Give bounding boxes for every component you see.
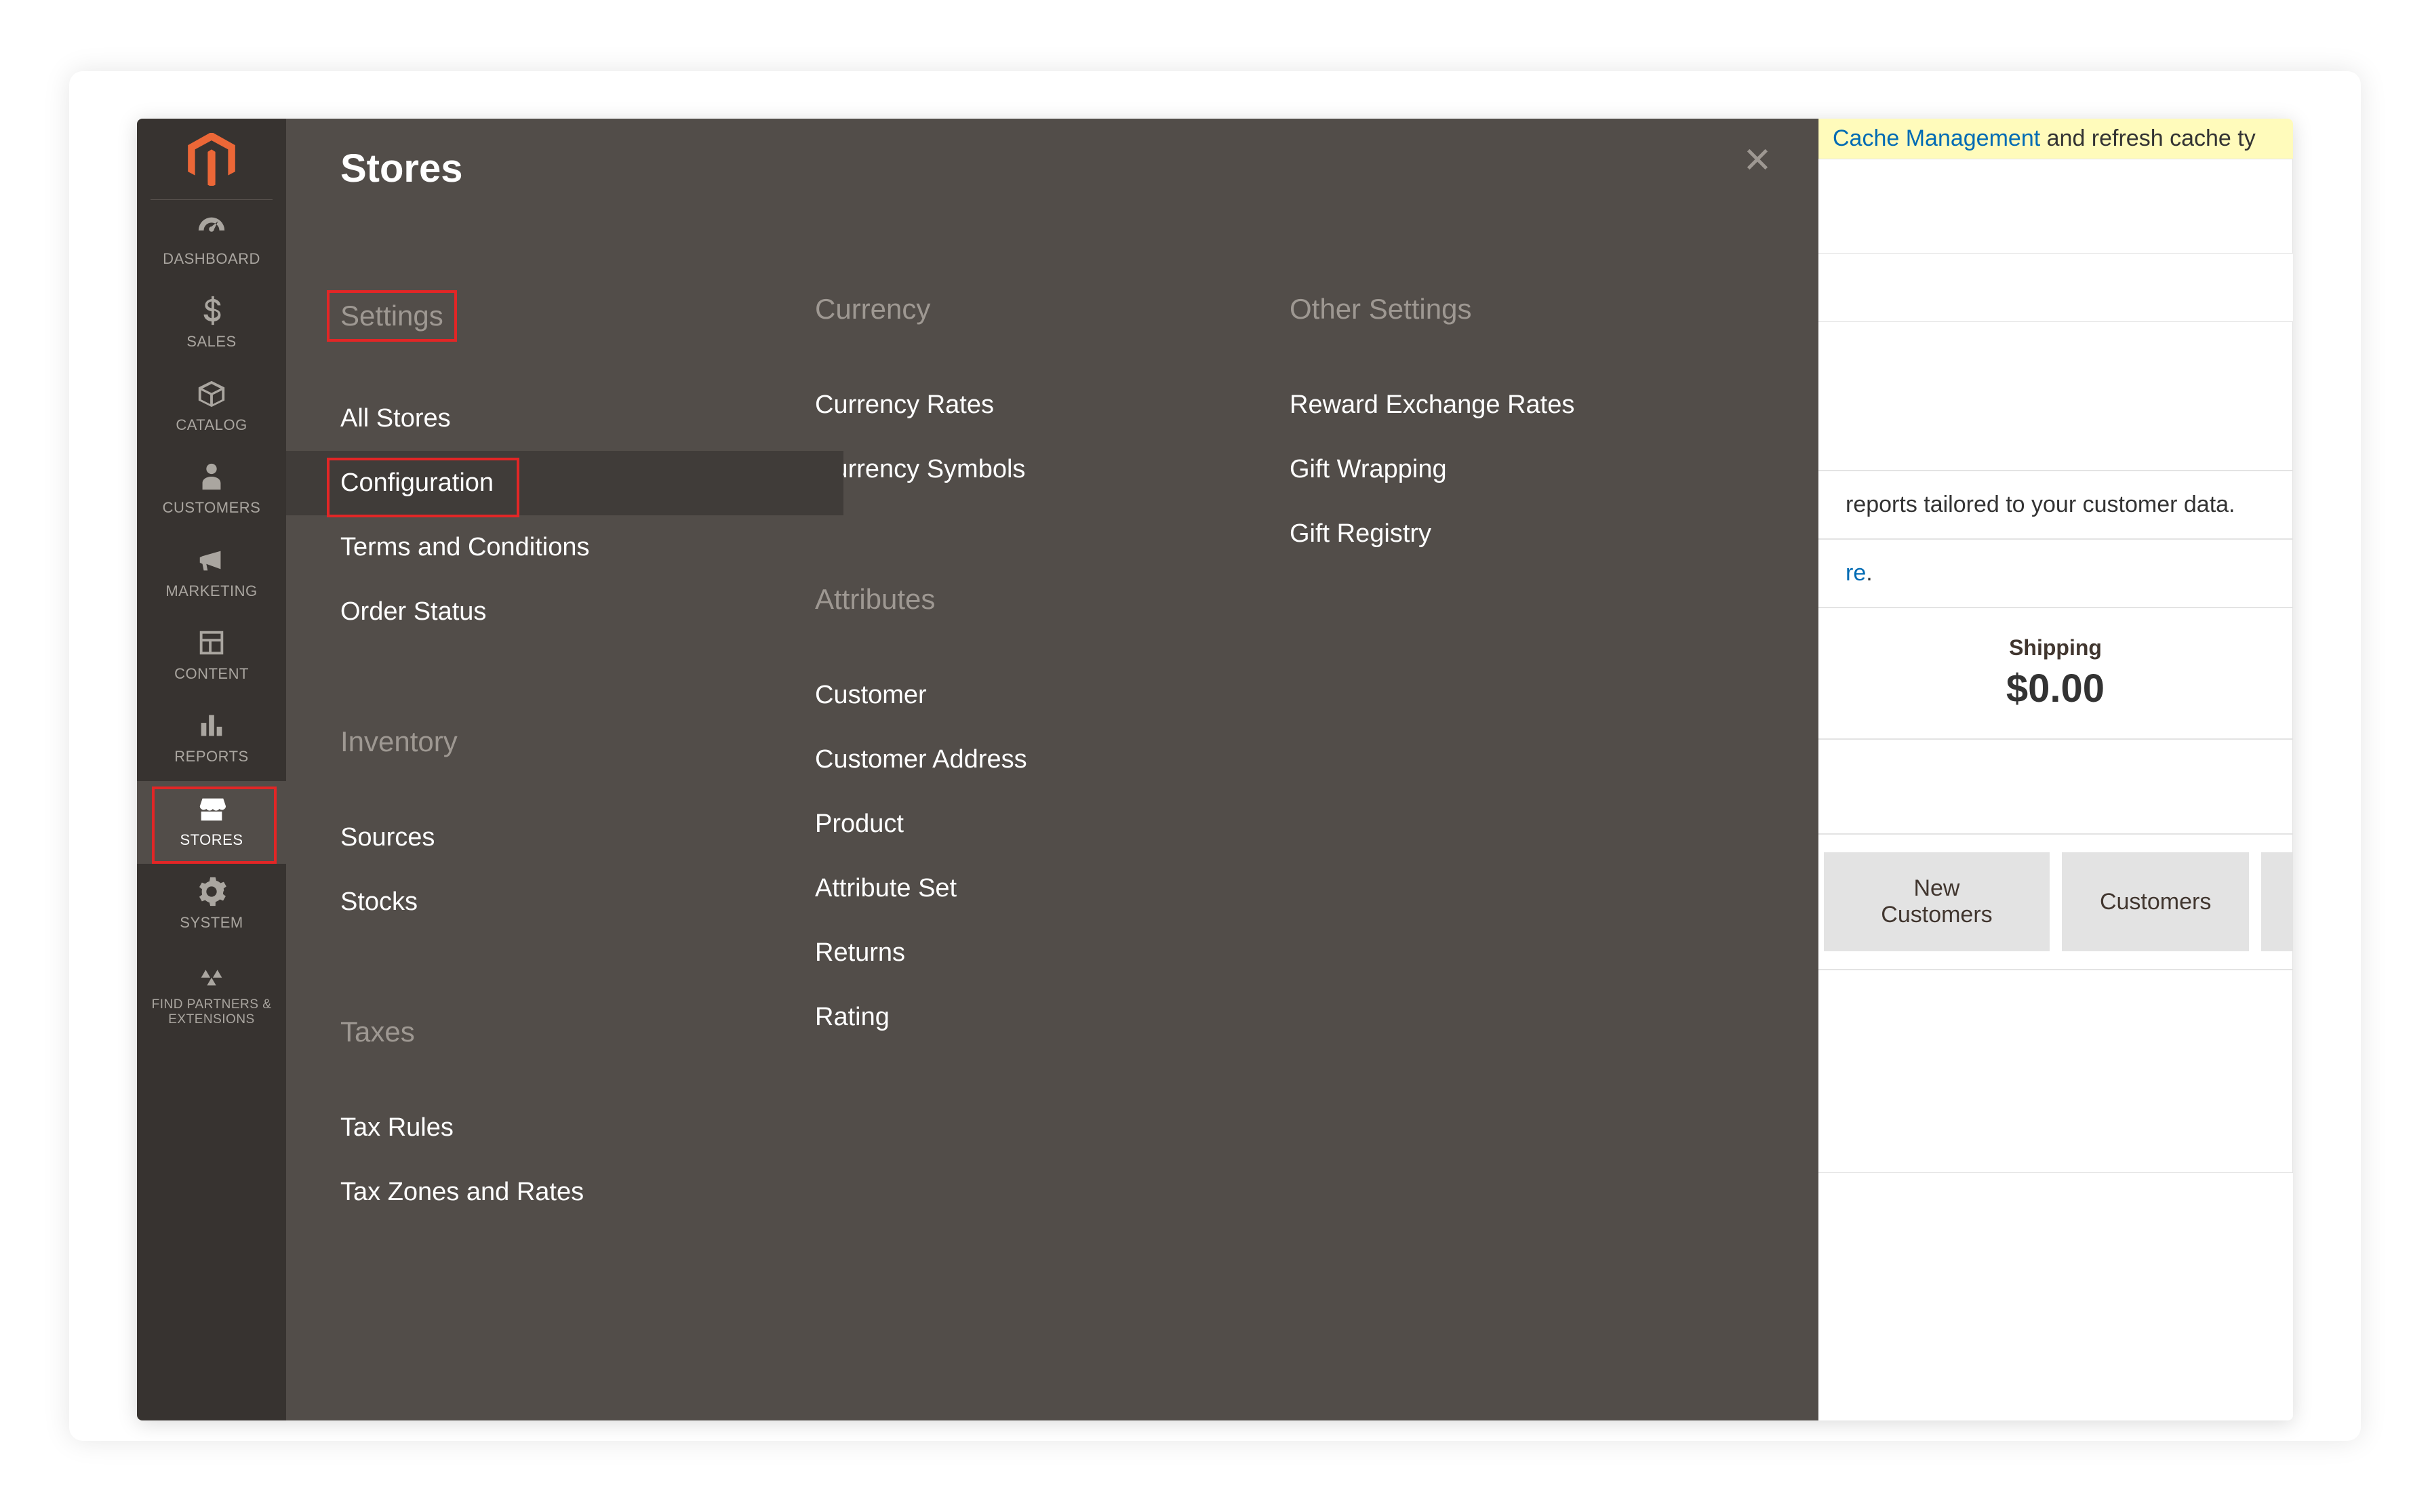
- stat-value: $0.00: [1846, 666, 2265, 711]
- magento-logo[interactable]: [151, 119, 273, 200]
- flyout-title: Stores: [340, 146, 1764, 191]
- group-taxes: Taxes: [340, 1016, 415, 1048]
- stores-flyout: Stores Settings All Stores Configuration…: [286, 119, 1818, 1420]
- person-icon: [140, 461, 283, 492]
- tab-more[interactable]: [2261, 852, 2292, 951]
- cache-management-link[interactable]: Cache Management: [1833, 125, 2040, 151]
- group-attributes: Attributes: [815, 583, 935, 616]
- app-window: Cache Management and refresh cache ty re…: [137, 119, 2293, 1420]
- gear-icon: [140, 876, 283, 907]
- group-settings: Settings: [330, 293, 454, 339]
- nav-sales[interactable]: SALES: [137, 283, 286, 365]
- group-currency: Currency: [815, 293, 930, 325]
- background-panel: Cache Management and refresh cache ty re…: [1818, 119, 2293, 1420]
- nav-content[interactable]: CONTENT: [137, 615, 286, 698]
- link-attr-product[interactable]: Product: [815, 792, 1290, 856]
- link-attr-customer-address[interactable]: Customer Address: [815, 728, 1290, 792]
- bars-icon: [140, 710, 283, 741]
- link-order-status[interactable]: Order Status: [340, 580, 815, 644]
- nav-system[interactable]: SYSTEM: [137, 864, 286, 947]
- link-gift-registry[interactable]: Gift Registry: [1290, 502, 1764, 566]
- link-sources[interactable]: Sources: [340, 805, 815, 870]
- flyout-col-2: Currency Currency Rates Currency Symbols…: [815, 293, 1290, 1225]
- admin-sidebar: DASHBOARD SALES CATALOG CUSTOMERS MARKET…: [137, 119, 286, 1420]
- notice-suffix: and refresh cache ty: [2040, 125, 2256, 151]
- tabs-row: New Customers Customers: [1818, 834, 2293, 970]
- link-attr-set[interactable]: Attribute Set: [815, 856, 1290, 921]
- nav-reports[interactable]: REPORTS: [137, 698, 286, 780]
- link-tax-zones[interactable]: Tax Zones and Rates: [340, 1160, 815, 1225]
- link-stocks[interactable]: Stocks: [340, 870, 815, 934]
- nav-stores[interactable]: STORES: [137, 781, 286, 864]
- group-inventory: Inventory: [340, 725, 458, 758]
- link-configuration[interactable]: Configuration: [286, 451, 843, 515]
- link-gift-wrapping[interactable]: Gift Wrapping: [1290, 437, 1764, 502]
- tab-new-customers[interactable]: New Customers: [1824, 852, 2050, 951]
- nav-catalog[interactable]: CATALOG: [137, 366, 286, 449]
- link-attr-returns[interactable]: Returns: [815, 921, 1290, 985]
- screenshot-frame: Cache Management and refresh cache ty re…: [69, 71, 2361, 1441]
- here-row: re.: [1818, 539, 2293, 608]
- nav-partners[interactable]: FIND PARTNERS & EXTENSIONS: [137, 947, 286, 1043]
- nav-dashboard[interactable]: DASHBOARD: [137, 200, 286, 283]
- flyout-col-3: Other Settings Reward Exchange Rates Gif…: [1290, 293, 1764, 1225]
- gauge-icon: [140, 212, 283, 243]
- here-link[interactable]: re: [1846, 560, 1866, 586]
- link-currency-rates[interactable]: Currency Rates: [815, 373, 1290, 437]
- bi-reports-text: reports tailored to your customer data.: [1818, 471, 2293, 539]
- link-tax-rules[interactable]: Tax Rules: [340, 1096, 815, 1160]
- stat-label: Shipping: [1846, 635, 2265, 660]
- cache-notice: Cache Management and refresh cache ty: [1818, 119, 2293, 159]
- blocks-icon: [140, 959, 283, 991]
- layout-icon: [140, 627, 283, 658]
- dollar-icon: [140, 295, 283, 326]
- nav-marketing[interactable]: MARKETING: [137, 532, 286, 615]
- shipping-stat: Shipping $0.00: [1818, 608, 2293, 739]
- link-attr-customer[interactable]: Customer: [815, 663, 1290, 728]
- close-icon[interactable]: [1744, 146, 1771, 173]
- nav-customers[interactable]: CUSTOMERS: [137, 449, 286, 532]
- flyout-columns: Settings All Stores Configuration Terms …: [340, 293, 1764, 1225]
- box-icon: [140, 378, 283, 410]
- flyout-col-1: Settings All Stores Configuration Terms …: [340, 293, 815, 1225]
- link-all-stores[interactable]: All Stores: [340, 386, 815, 451]
- megaphone-icon: [140, 544, 283, 576]
- link-attr-rating[interactable]: Rating: [815, 985, 1290, 1050]
- link-terms[interactable]: Terms and Conditions: [340, 515, 815, 580]
- link-reward-rates[interactable]: Reward Exchange Rates: [1290, 373, 1764, 437]
- group-other: Other Settings: [1290, 293, 1471, 325]
- tab-customers[interactable]: Customers: [2062, 852, 2249, 951]
- storefront-icon: [140, 793, 283, 824]
- link-currency-symbols[interactable]: Currency Symbols: [815, 437, 1290, 502]
